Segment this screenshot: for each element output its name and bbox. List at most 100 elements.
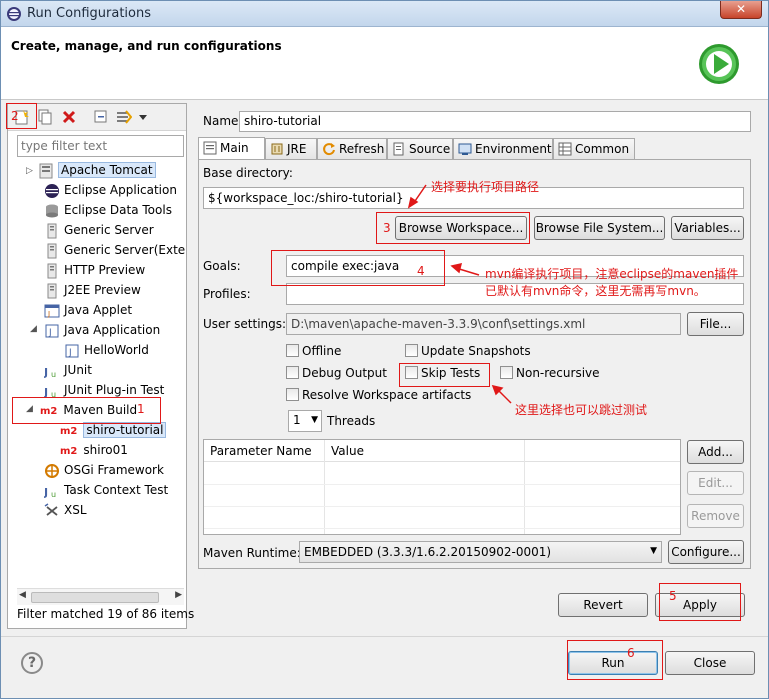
duplicate-icon[interactable] [37,109,53,125]
server-icon [47,263,57,278]
svg-text:J: J [47,310,50,318]
scroll-left-icon[interactable]: ◀ [19,590,26,600]
collapse-all-icon[interactable] [93,109,109,125]
tree-item-generic-server-external[interactable]: Generic Server(External [44,240,186,260]
configure-button[interactable]: Configure... [668,540,744,564]
tree-item-label: Eclipse Application [64,183,177,197]
tab-label: Source [409,142,451,156]
svg-text:J: J [48,328,52,338]
revert-button[interactable]: Revert [558,593,648,617]
maven-runtime-select[interactable]: EMBEDDED (3.3.3/1.6.2.20150902-0001) ▼ [299,541,662,563]
remove-parameter-button[interactable]: Remove [687,504,744,528]
update-snapshots-checkbox[interactable]: Update Snapshots [405,344,531,358]
annotation-note-mvn-line1: mvn编译执行项目，注意eclipse的maven插件 [485,267,739,281]
tab-jre[interactable]: JRE [265,138,317,159]
config-tree: ▷ Apache Tomcat Eclipse Application Ecli… [8,160,186,584]
user-settings-label: User settings: [203,317,287,331]
scrollbar-thumb[interactable] [31,592,159,603]
tree-item-generic-server[interactable]: Generic Server [44,220,154,240]
tree-item-j2ee-preview[interactable]: J2EE Preview [44,280,141,300]
tree-item-junit[interactable]: Ju JUnit [44,360,92,380]
variables-button[interactable]: Variables... [671,216,744,240]
checkbox-box[interactable] [286,366,299,379]
tab-main[interactable]: Main [198,137,265,160]
checkbox-label: Non-recursive [516,366,600,380]
checkbox-box[interactable] [500,366,513,379]
tree-item-apache-tomcat[interactable]: Apache Tomcat [38,160,156,180]
junit-icon: Ju [44,486,56,499]
tab-source[interactable]: Source [387,138,453,159]
tree-item-helloworld[interactable]: J HelloWorld [64,340,149,360]
user-settings-input[interactable]: D:\maven\apache-maven-3.3.9\conf\setting… [286,313,681,335]
dialog-header: Create, manage, and run configurations [1,27,768,100]
debug-output-checkbox[interactable]: Debug Output [286,366,387,380]
tree-item-label: J2EE Preview [64,283,141,297]
annotation-note-path: 选择要执行项目路径 [431,180,540,194]
column-value[interactable]: Value [331,444,364,458]
annotation-number-6: 6 [627,646,635,660]
column-parameter-name[interactable]: Parameter Name [210,444,312,458]
tree-item-eclipse-application[interactable]: Eclipse Application [44,180,177,200]
dropdown-arrow-icon: ▼ [311,415,318,425]
tree-item-http-preview[interactable]: HTTP Preview [44,260,145,280]
annotation-number-1: 1 [137,402,145,416]
tree-item-eclipse-data-tools[interactable]: Eclipse Data Tools [44,200,172,220]
footer-separator [1,636,768,637]
help-icon[interactable]: ? [21,652,43,674]
close-button[interactable]: Close [665,651,755,675]
tab-label: Refresh [339,142,385,156]
resolve-workspace-checkbox[interactable]: Resolve Workspace artifacts [286,388,471,402]
tree-item-label: Eclipse Data Tools [64,203,172,217]
checkbox-box[interactable] [405,344,418,357]
tree-item-java-application[interactable]: J Java Application [44,320,160,340]
file-button[interactable]: File... [687,312,744,336]
annotation-box-browse-workspace [376,212,530,244]
svg-text:J: J [44,366,48,379]
tab-label: Environment [475,142,552,156]
config-name-input[interactable]: shiro-tutorial [239,111,751,132]
checkbox-box[interactable] [286,344,299,357]
view-menu-icon[interactable] [138,109,148,125]
base-directory-label: Base directory: [203,166,293,180]
tree-item-xsl[interactable]: XSL [44,500,87,520]
window-close-button[interactable]: ✕ [720,1,762,19]
run-configurations-dialog: Run Configurations ✕ Create, manage, and… [0,0,769,699]
server-icon [47,283,57,298]
filter-icon[interactable] [116,109,132,125]
tab-environment[interactable]: Environment [453,138,553,159]
tab-common[interactable]: Common [553,138,635,159]
collapse-arrow-icon[interactable]: ◢ [30,324,37,334]
tab-refresh[interactable]: Refresh [317,138,387,159]
filter-input[interactable]: type filter text [17,135,184,157]
threads-select[interactable]: 1 ▼ [288,410,322,432]
eclipse-app-icon [7,7,21,21]
tree-item-label: shiro-tutorial [83,422,167,438]
browse-file-system-button[interactable]: Browse File System... [534,216,665,240]
tree-item-shiro01[interactable]: m2 shiro01 [60,440,128,460]
offline-checkbox[interactable]: Offline [286,344,341,358]
maven-runtime-label: Maven Runtime: [203,546,301,560]
refresh-tab-icon [323,143,335,156]
annotation-note-skip-tests: 这里选择也可以跳过测试 [515,403,648,417]
edit-parameter-button[interactable]: Edit... [687,471,744,495]
tomcat-icon [39,163,53,178]
threads-label: Threads [327,414,376,428]
tree-item-label: shiro01 [83,443,128,457]
tree-item-java-applet[interactable]: J Java Applet [44,300,132,320]
applet-icon: J [44,304,60,318]
checkbox-label: Resolve Workspace artifacts [302,388,472,402]
parameters-table[interactable]: Parameter Name Value [203,439,681,535]
checkbox-box[interactable] [286,388,299,401]
tab-label: Main [220,141,249,155]
m2-icon: m2 [60,446,78,457]
row-divider [204,506,680,507]
tree-item-task-context-test[interactable]: Ju Task Context Test [44,480,168,500]
non-recursive-checkbox[interactable]: Non-recursive [500,366,600,380]
tree-horizontal-scrollbar[interactable]: ◀ ▶ [17,588,184,605]
scroll-right-icon[interactable]: ▶ [175,590,182,600]
tree-item-osgi-framework[interactable]: OSGi Framework [44,460,164,480]
expand-arrow-icon[interactable]: ▷ [26,166,33,176]
delete-icon[interactable] [61,109,77,125]
eclipse-icon [45,183,59,198]
add-parameter-button[interactable]: Add... [687,440,744,464]
